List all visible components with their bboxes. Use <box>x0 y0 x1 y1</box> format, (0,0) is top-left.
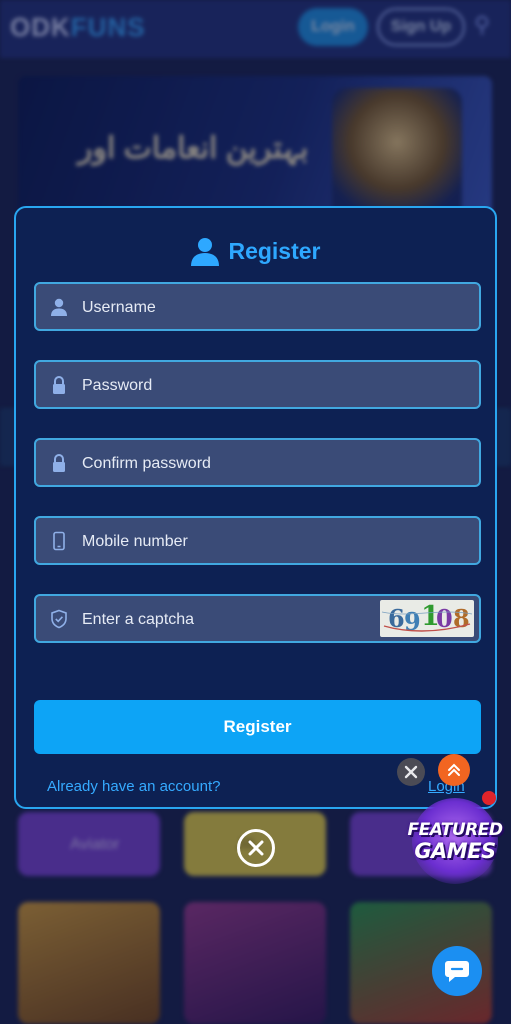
double-chevron-up-icon <box>448 763 460 776</box>
username-field[interactable] <box>34 282 481 331</box>
mobile-number-input[interactable] <box>80 518 414 565</box>
close-icon <box>404 765 418 779</box>
captcha-input[interactable] <box>80 596 364 643</box>
featured-games-button[interactable]: FEATURED GAMES <box>408 798 503 884</box>
captcha-noise <box>381 611 473 632</box>
featured-games-line2: GAMES <box>414 839 496 863</box>
captcha-field[interactable]: 6 9 1 0 8 <box>34 594 481 643</box>
close-icon <box>248 840 264 856</box>
have-account-text: Already have an account? <box>47 778 221 795</box>
user-icon <box>51 298 67 316</box>
modal-header: Register <box>16 236 495 266</box>
chat-icon <box>445 961 469 982</box>
register-button[interactable]: Register <box>34 700 481 754</box>
notification-dot <box>482 791 496 805</box>
shield-icon <box>51 609 67 629</box>
captcha-image[interactable]: 6 9 1 0 8 <box>380 600 474 637</box>
modal-title: Register <box>228 237 321 264</box>
chat-button[interactable] <box>432 946 482 996</box>
lock-icon <box>53 454 65 472</box>
confirm-password-input[interactable] <box>80 440 414 487</box>
featured-games-line1: FEATURED <box>407 820 503 840</box>
scroll-top-button[interactable] <box>438 754 470 786</box>
confirm-password-field[interactable] <box>34 438 481 487</box>
lock-icon <box>53 376 65 394</box>
password-input[interactable] <box>80 362 414 409</box>
phone-icon <box>53 531 65 551</box>
username-input[interactable] <box>80 284 414 331</box>
register-modal: Register Username Mobile number Enter a … <box>14 206 497 809</box>
password-field[interactable] <box>34 360 481 409</box>
user-icon <box>191 238 220 266</box>
close-modal-button[interactable] <box>237 829 275 867</box>
close-floating-button[interactable] <box>397 758 425 786</box>
mobile-number-field[interactable] <box>34 516 481 565</box>
